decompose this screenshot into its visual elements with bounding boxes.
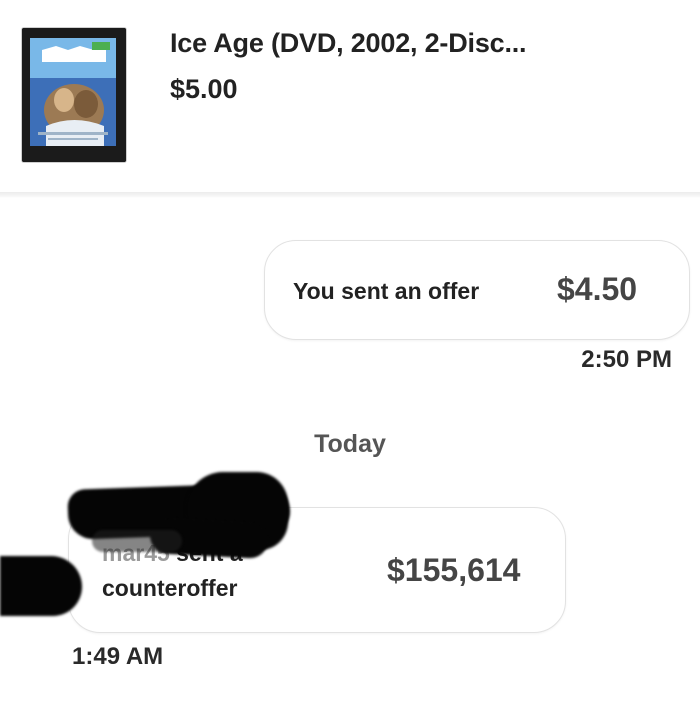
sent-offer-amount: $4.50 [557, 271, 638, 307]
sent-offer-bubble[interactable]: You sent an offer $4.50 [264, 240, 690, 340]
redaction-mark [92, 530, 182, 552]
ice-age-cover-icon [22, 28, 126, 162]
listing-title[interactable]: Ice Age (DVD, 2002, 2-Disc... [170, 28, 527, 59]
counteroffer-timestamp: 1:49 AM [72, 643, 164, 670]
sent-offer-label: You sent an offer [293, 278, 480, 304]
redaction-mark [0, 556, 82, 616]
counteroffer-label: counteroffer [102, 575, 238, 601]
listing-header[interactable]: Ice Age (DVD, 2002, 2-Disc... $5.00 [0, 0, 700, 190]
day-separator: Today [314, 430, 386, 458]
dvd-thumbnail[interactable] [22, 28, 126, 162]
sent-offer-timestamp: 2:50 PM [581, 346, 672, 373]
listing-price: $5.00 [170, 74, 238, 104]
counteroffer-amount: $155,614 [387, 552, 521, 588]
header-divider [0, 192, 700, 198]
